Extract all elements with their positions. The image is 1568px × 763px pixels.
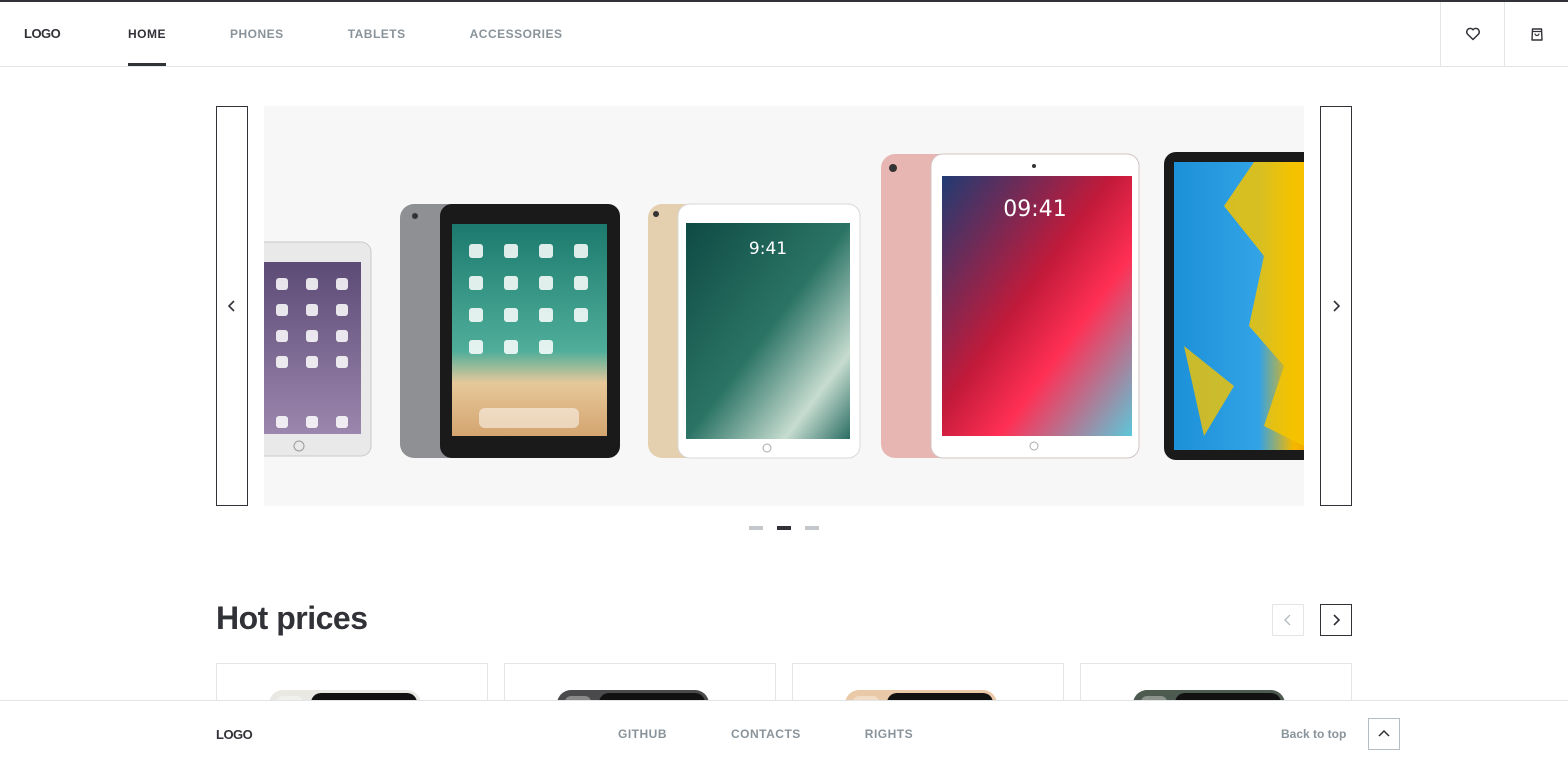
nav-tablets[interactable]: TABLETS (348, 2, 406, 66)
main-nav: HOME PHONES TABLETS ACCESSORIES (128, 2, 563, 66)
nav-home[interactable]: HOME (128, 2, 166, 66)
chevron-right-icon (1333, 614, 1341, 626)
cart-button[interactable] (1504, 2, 1568, 66)
nav-phones[interactable]: PHONES (230, 2, 284, 66)
shopping-bag-icon (1530, 28, 1543, 41)
tablet-3-clock: 9:41 (749, 239, 787, 259)
hot-prices-title: Hot prices (216, 600, 368, 636)
heart-icon (1465, 27, 1480, 41)
favorites-button[interactable] (1440, 2, 1504, 66)
banner-dot-1[interactable] (749, 526, 763, 530)
footer-link-rights[interactable]: RIGHTS (865, 727, 913, 741)
footer-link-contacts[interactable]: CONTACTS (731, 727, 801, 741)
banner-dot-2[interactable] (777, 526, 791, 530)
tablet-4-clock: 09:41 (1003, 197, 1066, 222)
banner-prev-button[interactable] (216, 106, 248, 506)
chevron-left-icon (1284, 614, 1291, 626)
banner-image: 9:41 09:41 (264, 152, 1304, 460)
site-footer: LOGO GITHUB CONTACTS RIGHTS Back to top (0, 700, 1568, 763)
chevron-up-icon (1378, 729, 1390, 737)
back-to-top-button[interactable] (1368, 718, 1400, 750)
footer-logo[interactable]: LOGO (216, 727, 253, 742)
hot-prices-prev-button[interactable] (1272, 604, 1304, 636)
banner-pagination (749, 526, 819, 530)
back-to-top-label[interactable]: Back to top (1281, 727, 1346, 741)
footer-link-github[interactable]: GITHUB (618, 727, 667, 741)
banner-slider[interactable]: 9:41 09:41 (264, 106, 1304, 506)
chevron-right-icon (1333, 300, 1341, 312)
banner-dot-3[interactable] (805, 526, 819, 530)
hot-prices-next-button[interactable] (1320, 604, 1352, 636)
banner-next-button[interactable] (1320, 106, 1352, 506)
chevron-left-icon (227, 300, 235, 312)
site-header: LOGO HOME PHONES TABLETS ACCESSORIES (0, 2, 1568, 67)
nav-accessories[interactable]: ACCESSORIES (470, 2, 563, 66)
header-logo[interactable]: LOGO (24, 26, 61, 41)
footer-links: GITHUB CONTACTS RIGHTS (618, 727, 913, 741)
